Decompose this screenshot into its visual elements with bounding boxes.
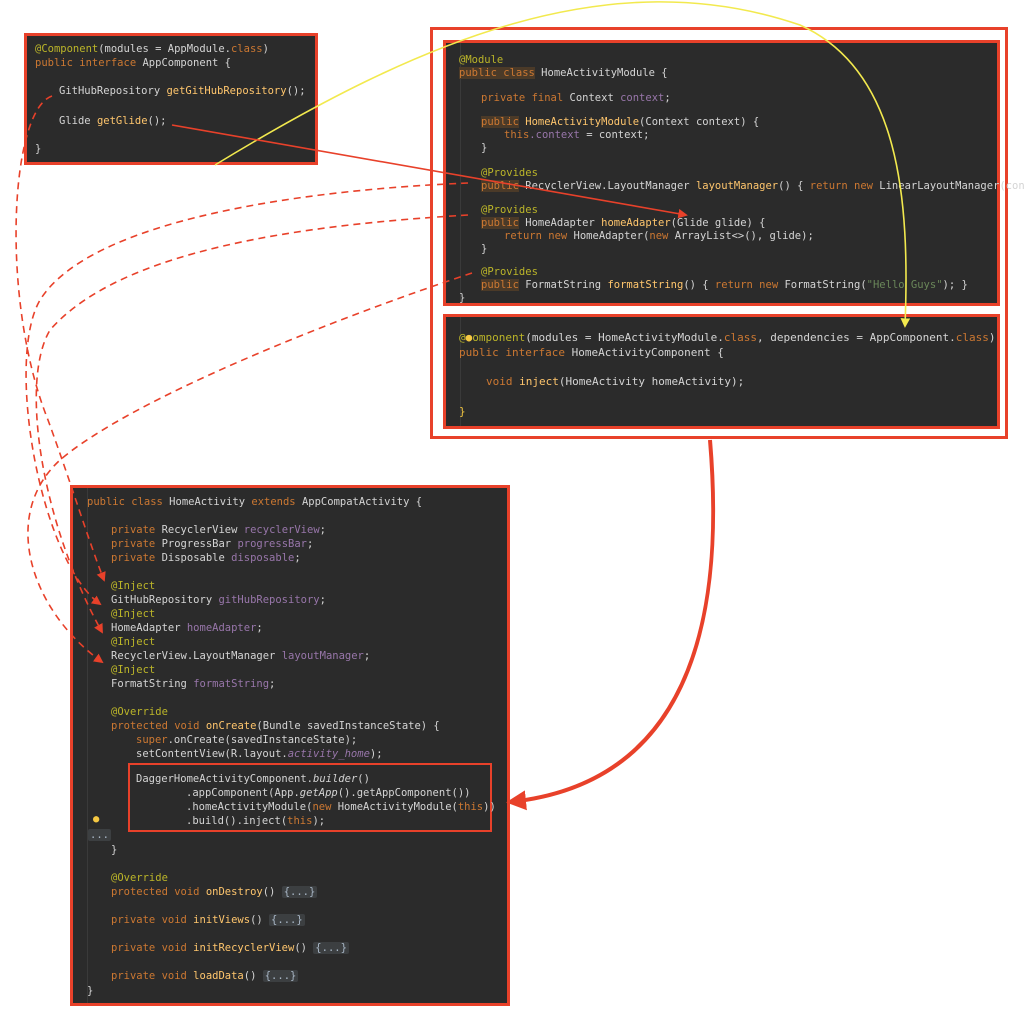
inject-arrow-home-adapter bbox=[35, 214, 469, 634]
dependency-arrow-yellow bbox=[214, 1, 911, 328]
inject-arrow-layout-manager bbox=[25, 182, 469, 606]
inject-arrow-format-string bbox=[27, 272, 473, 664]
connector-overlay bbox=[15, 1, 911, 811]
glide-provision-arrow bbox=[171, 124, 688, 219]
component-builder-arrow bbox=[506, 439, 716, 811]
